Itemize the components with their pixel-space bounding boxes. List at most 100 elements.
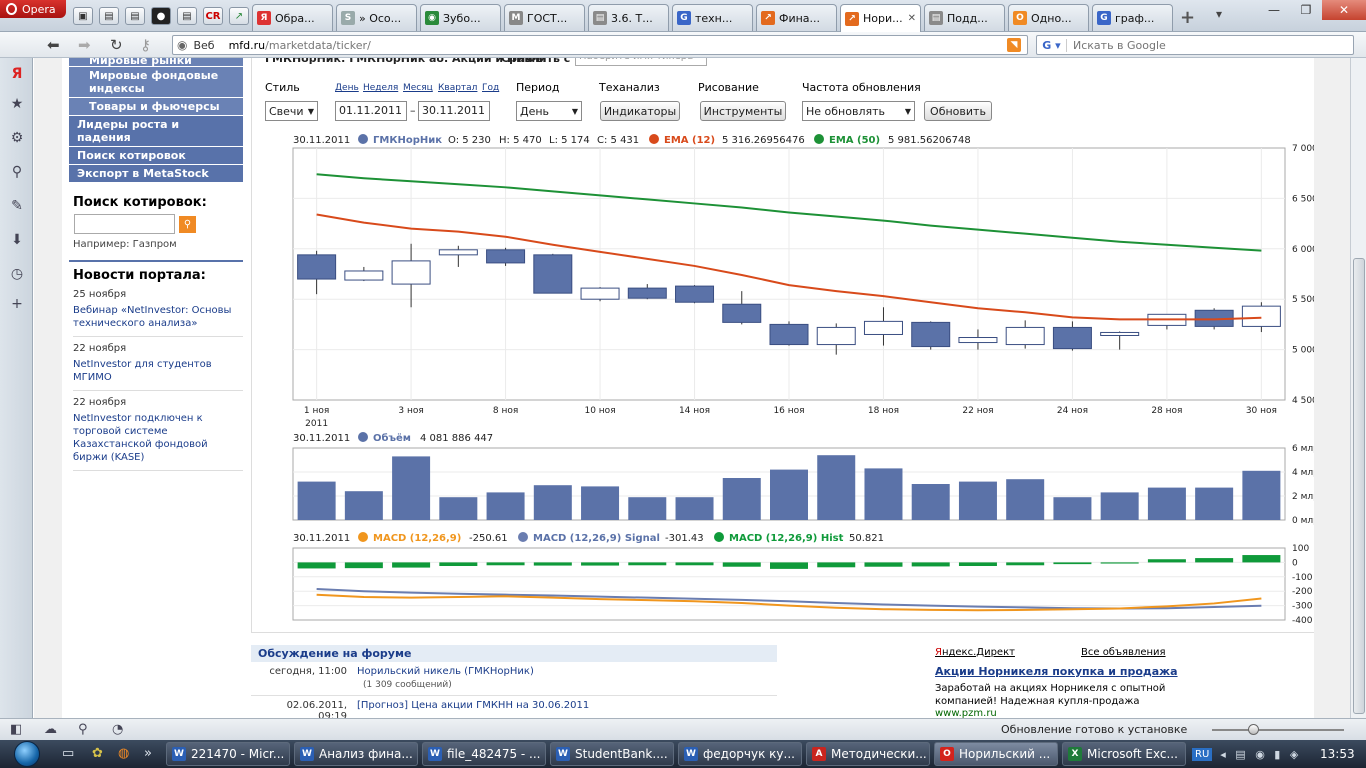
tab-label: 3.6. Т... xyxy=(611,11,653,25)
add-panel-icon[interactable]: + xyxy=(8,296,26,314)
macd-y-tick: -300 xyxy=(1292,602,1313,612)
clock[interactable]: 13:53 xyxy=(1320,747,1355,761)
price-y-tick: 6 000 xyxy=(1292,245,1314,255)
unite-icon[interactable]: ⚲ xyxy=(8,164,26,182)
taskbar-window-button[interactable]: W Анализ фина... xyxy=(294,742,418,766)
yandex-direct-link[interactable]: Яндекс.Директ xyxy=(935,647,1015,658)
taskbar-window-button[interactable]: W StudentBank.... xyxy=(550,742,674,766)
taskbar-window-button[interactable]: O Норильский ... xyxy=(934,742,1058,766)
app-icon: X xyxy=(1068,747,1082,761)
forum-row-link[interactable]: [Прогноз] Цена акции ГМКНН на 30.06.2011 xyxy=(357,700,589,711)
cat-icon[interactable]: ● xyxy=(151,7,171,25)
tab-list-button[interactable]: ▾ xyxy=(1216,7,1222,21)
start-button[interactable] xyxy=(4,740,50,768)
unite-icon[interactable]: ⚲ xyxy=(78,722,88,737)
cloud-icon[interactable]: ☁ xyxy=(44,722,57,737)
series-marker-price xyxy=(358,134,368,144)
browser-tab[interactable]: ↗ Нори... ✕ xyxy=(840,4,921,32)
page-icon[interactable]: ▤ xyxy=(177,7,197,25)
price-x-tick: 28 ноя xyxy=(1151,406,1182,416)
panel-toggle-icon[interactable]: ◧ xyxy=(10,722,22,737)
macd-hist-bar xyxy=(1006,562,1045,566)
new-tab-button[interactable]: + xyxy=(1180,7,1195,28)
browser-tab[interactable]: ▤ 3.6. Т... xyxy=(588,4,669,31)
yandex-icon[interactable]: Я xyxy=(8,66,26,84)
search-input[interactable] xyxy=(1067,38,1337,52)
macd-y-tick: -200 xyxy=(1292,587,1313,597)
browser-tab[interactable]: ▤ Подд... xyxy=(924,4,1005,31)
minimize-button[interactable]: — xyxy=(1258,0,1290,20)
bookmarks-star-icon[interactable]: ★ xyxy=(8,96,26,114)
series-marker-ema12 xyxy=(649,134,659,144)
forum-row-link[interactable]: Норильский никель (ГМКНорНик) xyxy=(357,666,534,677)
chart-icon[interactable]: ↗ xyxy=(229,7,249,25)
taskbar-window-button[interactable]: Wфедорчук ку... xyxy=(678,742,802,766)
taskbar-window-button[interactable]: A Методически... xyxy=(806,742,930,766)
macd-label: MACD (12,26,9) xyxy=(373,533,461,544)
zoom-slider-handle[interactable] xyxy=(1248,724,1259,735)
page-icon[interactable]: ▤ xyxy=(99,7,119,25)
speed-dial-icon[interactable]: ◔ xyxy=(112,722,123,737)
rss-icon[interactable]: ◥ xyxy=(1007,38,1021,52)
downloads-icon[interactable]: ⬇ xyxy=(8,232,26,250)
ad-url[interactable]: www.pzm.ru xyxy=(935,708,997,718)
browser-tab[interactable]: ◉ Зубо... xyxy=(420,4,501,31)
gear-icon[interactable]: ⚙ xyxy=(8,130,26,148)
macd-hist-bar xyxy=(533,562,572,566)
close-tab-icon[interactable]: ✕ xyxy=(908,13,916,24)
language-indicator[interactable]: RU xyxy=(1192,747,1213,761)
macd-hist-bar xyxy=(1242,555,1281,563)
page-icon[interactable]: ▤ xyxy=(125,7,145,25)
browser-tab[interactable]: Gтехн... xyxy=(672,4,753,31)
history-clock-icon[interactable]: ◷ xyxy=(8,266,26,284)
quick-launch-icon[interactable]: ◍ xyxy=(118,746,129,761)
charts-canvas: 30.11.2011 ГМКНорНик O: 5 230 H: 5 470 L: 5 … xyxy=(292,134,1314,626)
taskbar-window-button[interactable]: Wfile_482475 - ... xyxy=(422,742,546,766)
quick-launch-icon[interactable]: ✿ xyxy=(92,746,103,761)
forward-arrow-icon[interactable]: ➡ xyxy=(78,36,91,54)
opera-menu-button[interactable]: Opera xyxy=(0,0,66,18)
scrollbar-thumb[interactable] xyxy=(1353,258,1365,714)
tray-icons[interactable]: ◂ ▤ ◉ ▮ ◈ xyxy=(1220,748,1301,761)
forum-row-date: сегодня, 11:00 xyxy=(269,666,347,677)
notes-icon[interactable]: ✎ xyxy=(8,198,26,216)
google-icon[interactable]: G ▾ xyxy=(1037,38,1067,52)
address-field[interactable]: ◉ Веб mfd.ru /marketdata/ticker/ xyxy=(172,35,1028,55)
web-page: Мировые рынки Мировые фондовые индексы Тов… xyxy=(34,58,1350,718)
cr-icon[interactable]: CR xyxy=(203,7,223,25)
zoom-slider[interactable] xyxy=(1212,729,1344,731)
price-x-tick: 8 ноя xyxy=(493,406,518,416)
tab-favicon-icon: S xyxy=(341,11,355,25)
price-x-tick: 10 ноя xyxy=(584,406,615,416)
macd-hist-bar xyxy=(675,562,714,566)
browser-tab[interactable]: Я Обра... xyxy=(252,4,333,31)
show-desktop-icon[interactable]: ▭ xyxy=(62,746,74,761)
browser-tab[interactable]: О Одно... xyxy=(1008,4,1089,31)
panel-toggle-icon[interactable]: ▣ xyxy=(73,7,93,25)
browser-tab[interactable]: ↗ Фина... xyxy=(756,4,837,31)
price-x-tick: 1 ноя xyxy=(304,406,329,416)
reload-icon[interactable]: ↻ xyxy=(110,36,123,54)
all-ads-link[interactable]: Все объявления xyxy=(1081,647,1166,658)
macd-y-tick: 100 xyxy=(1292,544,1309,554)
taskbar-window-button[interactable]: X Microsoft Exc... xyxy=(1062,742,1186,766)
hist-label: MACD (12,26,9) Hist xyxy=(729,533,844,544)
close-window-button[interactable]: ✕ xyxy=(1322,0,1366,20)
quick-launch-menu-icon[interactable]: » xyxy=(144,746,152,761)
browser-tab[interactable]: Gграф... xyxy=(1092,4,1173,31)
vertical-scrollbar[interactable] xyxy=(1350,58,1366,718)
key-icon[interactable]: ⚷ xyxy=(140,36,151,54)
search-box[interactable]: G ▾ xyxy=(1036,35,1354,55)
candle-body xyxy=(438,249,478,256)
windows-taskbar: ▭ ✿ ◍ » W 221470 - Micr... W Анализ фина...… xyxy=(0,740,1366,768)
volume-y-tick: 4 млрд xyxy=(1292,468,1314,478)
taskbar-window-button[interactable]: W 221470 - Micr... xyxy=(166,742,290,766)
back-arrow-icon[interactable]: ⬅ xyxy=(47,36,60,54)
tab-label: Фина... xyxy=(779,11,821,25)
browser-tab[interactable]: M ГОСТ... xyxy=(504,4,585,31)
browser-tab[interactable]: S » Осо... xyxy=(336,4,417,31)
volume-bar xyxy=(1006,479,1045,520)
restore-button[interactable]: ❐ xyxy=(1290,0,1322,20)
ad-title-link[interactable]: Акции Норникеля покупка и продажа xyxy=(935,665,1178,678)
tab-favicon-icon: ↗ xyxy=(845,11,859,26)
